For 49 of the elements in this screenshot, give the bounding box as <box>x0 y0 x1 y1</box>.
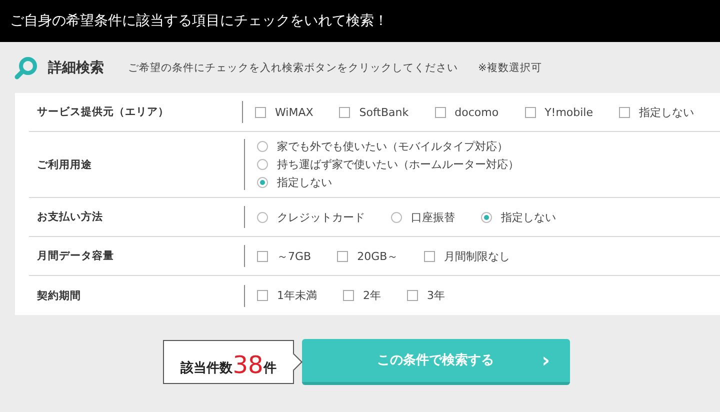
checkbox[interactable] <box>407 290 418 301</box>
radio-button[interactable] <box>257 141 268 152</box>
checkbox[interactable] <box>255 106 266 118</box>
radio-button[interactable] <box>391 212 402 222</box>
search-button[interactable]: この条件で検索する › <box>302 338 570 384</box>
option-label: 1年未満 <box>277 288 317 303</box>
chevron-right-icon: › <box>542 348 550 372</box>
section-description: ご希望の条件にチェックを入れ検索ボタンをクリックしてください <box>128 60 458 74</box>
search-icon <box>14 56 38 80</box>
section-note: ※複数選択可 <box>478 60 542 74</box>
option-label: 持ち運ばず家で使いたい（ホームルーター対応） <box>277 157 519 172</box>
option-label: 2年 <box>363 288 381 303</box>
filter-label: サービス提供元（エリア） <box>36 105 170 119</box>
option-label: 家でも外でも使いたい（モバイルタイプ対応） <box>277 139 508 154</box>
checkbox[interactable] <box>257 290 268 301</box>
filter-label: お支払い方法 <box>36 210 104 224</box>
option-label: 指定しない <box>501 210 556 224</box>
filter-label: 契約期間 <box>36 288 82 302</box>
checkbox[interactable] <box>434 106 446 118</box>
filter-label: 月間データ容量 <box>36 249 115 263</box>
option-label: 指定しない <box>639 104 694 120</box>
radio-button[interactable] <box>481 212 492 222</box>
checkbox[interactable] <box>524 106 536 118</box>
option-label: ～7GB <box>277 248 312 264</box>
option-label: Y!mobile <box>544 106 593 118</box>
option-label: 月間制限なし <box>444 248 510 264</box>
option-label: 指定しない <box>277 175 332 190</box>
option-label: WiMAX <box>275 106 314 118</box>
radio-button[interactable] <box>257 159 268 170</box>
option-label: docomo <box>454 106 499 118</box>
option-label: クレジットカード <box>277 210 365 224</box>
checkbox[interactable] <box>619 106 630 118</box>
checkbox[interactable] <box>337 250 348 262</box>
banner-text: ご自身の希望条件に該当する項目にチェックをいれて検索！ <box>0 0 720 42</box>
checkbox[interactable] <box>424 250 436 262</box>
radio-button[interactable] <box>257 212 268 222</box>
checkbox[interactable] <box>339 106 350 118</box>
option-label: SoftBank <box>359 106 409 118</box>
radio-button[interactable] <box>257 177 268 188</box>
checkbox[interactable] <box>343 290 354 301</box>
option-label: 20GB～ <box>357 248 398 264</box>
result-count-label: 該当件数 <box>180 360 233 376</box>
section-title: 詳細検索 <box>48 58 104 76</box>
filter-label: ご利用用途 <box>36 158 93 172</box>
checkbox[interactable] <box>257 250 268 262</box>
option-label: 3年 <box>427 288 445 303</box>
result-count-unit: 件 <box>263 360 276 376</box>
result-count: 38 <box>232 352 264 376</box>
option-label: 口座振替 <box>411 210 455 224</box>
